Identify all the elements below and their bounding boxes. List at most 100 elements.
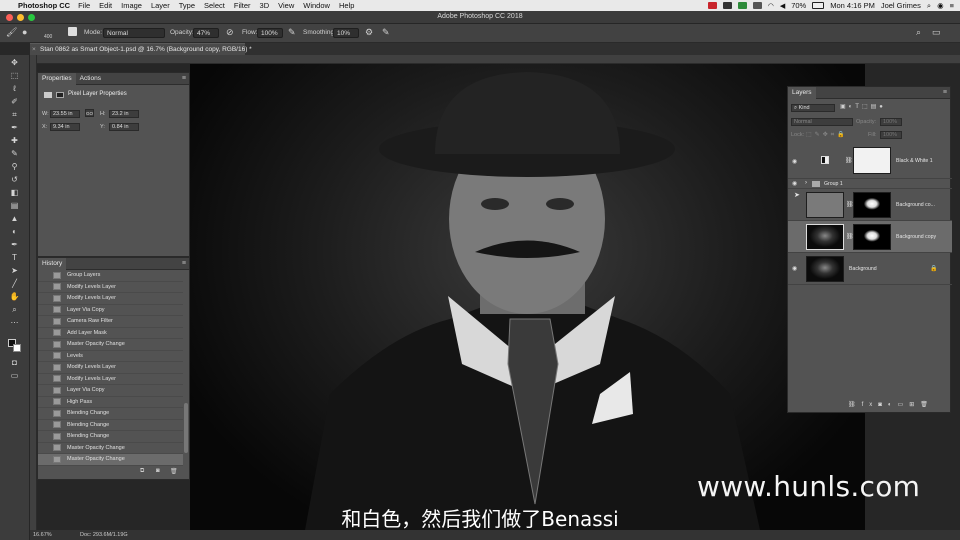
delete-layer-trash-icon[interactable]: 🗑 (920, 402, 934, 408)
layer-row-background-copy-2[interactable]: ➤ ⛓ Background co... (788, 189, 952, 221)
expand-group-chevron-icon[interactable]: › (805, 180, 807, 186)
gradient-tool-icon[interactable]: ▤ (9, 201, 20, 210)
wifi-icon[interactable]: ◠ (768, 2, 774, 10)
height-field[interactable]: 23.2 in (109, 110, 139, 118)
healing-brush-tool-icon[interactable]: ✚ (9, 136, 20, 145)
delete-state-trash-icon[interactable]: 🗑 (170, 468, 178, 475)
history-state-row[interactable]: Add Layer Mask (38, 328, 183, 339)
move-tool-icon[interactable]: ✥ (9, 58, 20, 67)
history-state-row[interactable]: Camera Raw Filter (38, 316, 183, 328)
user-name[interactable]: Joel Grimes (881, 1, 921, 10)
history-state-row[interactable]: Group Layers (38, 270, 183, 282)
menu-image[interactable]: Image (121, 1, 142, 10)
tab-actions[interactable]: Actions (76, 73, 105, 85)
layer-row-black-white[interactable]: ◉ ⛓ Black & White 1 (788, 143, 952, 179)
more-tools-icon[interactable]: ⋯ (9, 318, 20, 327)
history-scrollbar[interactable] (184, 403, 188, 453)
lasso-tool-icon[interactable]: ℓ (9, 84, 20, 93)
y-position-field[interactable]: 0.84 in (109, 123, 139, 131)
new-snapshot-camera-icon[interactable]: ◙ (156, 468, 160, 474)
tab-layers[interactable]: Layers (788, 86, 816, 99)
menu-window[interactable]: Window (303, 1, 330, 10)
document-tab[interactable]: × Stan 0862 as Smart Object-1.psd @ 16.7… (30, 43, 252, 55)
brush-panel-toggle-icon[interactable] (68, 27, 77, 36)
mask-link-icon[interactable]: ⛓ (845, 157, 853, 164)
menu-view[interactable]: View (278, 1, 294, 10)
layer-opacity-field[interactable]: 100% (880, 118, 902, 126)
dropbox-icon[interactable] (752, 2, 762, 9)
history-state-row[interactable]: Modify Levels Layer (38, 282, 183, 293)
document-canvas-image[interactable] (190, 64, 865, 530)
line-tool-icon[interactable]: ╱ (9, 279, 20, 288)
background-color-swatch[interactable] (13, 344, 21, 352)
dodge-tool-icon[interactable]: ◐ (9, 227, 20, 236)
layer-mask-thumbnail[interactable] (853, 147, 891, 174)
menu-file[interactable]: File (78, 1, 90, 10)
new-layer-icon[interactable]: ⊞ (909, 402, 920, 408)
layer-row-background[interactable]: ◉ Background 🔒 (788, 253, 952, 285)
mask-icon[interactable] (56, 92, 64, 98)
hand-tool-icon[interactable]: ✋ (9, 292, 20, 301)
layer-name[interactable]: Background (849, 266, 877, 272)
quick-mask-icon[interactable]: ◘ (9, 358, 20, 367)
layer-name[interactable]: Background copy (896, 234, 936, 240)
history-state-row[interactable]: High Pass (38, 397, 183, 408)
type-tool-icon[interactable]: T (9, 253, 20, 262)
zoom-level[interactable]: 16.67% (33, 530, 52, 540)
zoom-tool-icon[interactable]: ⌕ (9, 305, 20, 314)
layer-thumbnail[interactable] (806, 256, 844, 282)
new-group-folder-icon[interactable]: ▭ (898, 402, 910, 408)
history-state-row[interactable]: Blending Change (38, 431, 183, 443)
app-status-icon[interactable] (707, 2, 717, 9)
eraser-tool-icon[interactable]: ◧ (9, 188, 20, 197)
layer-filter-icons[interactable]: ▣◐T⬚▤● (840, 103, 886, 110)
history-state-row[interactable]: Blending Change (38, 408, 183, 420)
layer-name[interactable]: Black & White 1 (896, 158, 933, 164)
vertical-ruler[interactable] (30, 55, 37, 540)
layer-lock-icon[interactable]: 🔒 (930, 265, 937, 272)
screen-mode-icon[interactable]: ▭ (9, 371, 20, 380)
menu-edit[interactable]: Edit (99, 1, 112, 10)
width-field[interactable]: 23.55 in (50, 110, 80, 118)
history-state-row[interactable]: Modify Levels Layer (38, 362, 183, 374)
menu-extra-icon[interactable] (722, 2, 732, 9)
layer-row-group-1[interactable]: ◉ › Group 1 (788, 179, 952, 189)
x-position-field[interactable]: 9.34 in (50, 123, 80, 131)
new-adjustment-icon[interactable]: ◐ (888, 402, 898, 408)
new-document-from-state-icon[interactable]: ⧉ (140, 468, 144, 475)
layer-name[interactable]: Group 1 (824, 181, 843, 187)
layer-thumbnail[interactable] (806, 192, 844, 218)
airbrush-icon[interactable]: ✎ (288, 27, 296, 38)
tab-history[interactable]: History (38, 257, 67, 270)
history-state-row[interactable]: Layer Via Copy (38, 305, 183, 316)
path-selection-tool-icon[interactable]: ➤ (9, 266, 20, 275)
history-state-row[interactable]: Blending Change (38, 420, 183, 431)
layer-row-background-copy[interactable]: ⛓ Background copy (788, 221, 952, 253)
search-icon[interactable]: ⌕ (916, 27, 921, 38)
opacity-field[interactable]: 47% (193, 28, 219, 38)
volume-icon[interactable]: ◀ (780, 2, 785, 10)
horizontal-ruler[interactable] (37, 55, 960, 64)
visibility-eye-icon[interactable]: ◉ (792, 158, 797, 165)
blend-mode-select[interactable]: Normal (791, 118, 853, 126)
layer-mask-thumbnail[interactable] (853, 192, 891, 218)
spotlight-icon[interactable]: ⌕ (927, 1, 931, 11)
layer-name[interactable]: Background co... (896, 202, 935, 208)
marquee-tool-icon[interactable]: ⬚ (9, 71, 20, 80)
mode-select[interactable]: Normal (103, 28, 165, 38)
history-state-row[interactable]: Levels (38, 351, 183, 362)
history-state-row[interactable]: Master Opacity Change (38, 339, 183, 351)
menu-3d[interactable]: 3D (260, 1, 270, 10)
menu-type[interactable]: Type (179, 1, 195, 10)
app-menu[interactable]: Photoshop CC (18, 1, 70, 10)
notification-center-icon[interactable]: ≡ (950, 1, 954, 10)
add-mask-icon[interactable]: ◙ (878, 402, 888, 408)
layer-thumbnail[interactable] (806, 224, 844, 250)
battery-icon[interactable] (812, 2, 825, 9)
layer-style-fx-icon[interactable]: fx (862, 402, 879, 408)
menu-filter[interactable]: Filter (234, 1, 251, 10)
crop-tool-icon[interactable]: ⌗ (9, 110, 20, 119)
brush-tool-icon[interactable]: 🖌 (6, 27, 17, 38)
pressure-opacity-icon[interactable]: ⊘ (226, 27, 234, 38)
smoothing-settings-gear-icon[interactable]: ⚙ (365, 27, 373, 38)
